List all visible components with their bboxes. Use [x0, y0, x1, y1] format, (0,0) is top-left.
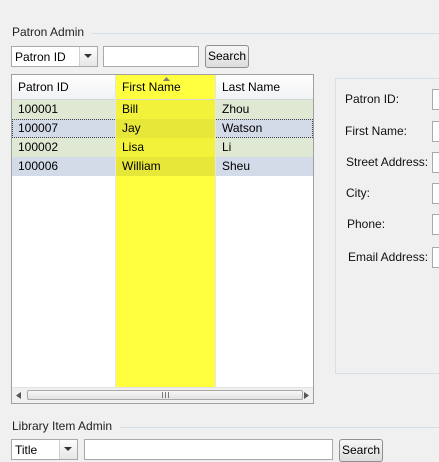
patron-search-input[interactable] [103, 46, 199, 67]
table-row[interactable]: 100006 William Sheu [12, 157, 313, 176]
scroll-left-icon[interactable] [16, 392, 21, 399]
phone-label: Phone: [347, 217, 386, 231]
cell-patron-id: 100002 [18, 140, 59, 154]
phone-field[interactable] [432, 214, 439, 235]
cell-patron-id: 100007 [18, 121, 59, 135]
patron-search-by-value: Patron ID [15, 50, 66, 64]
patron-admin-title: Patron Admin [12, 25, 85, 39]
street-address-field[interactable] [432, 152, 439, 173]
cell-last-name: Sheu [222, 159, 251, 173]
cell-last-name: Li [222, 140, 232, 154]
column-divider [215, 99, 216, 389]
email-address-label: Email Address: [348, 250, 429, 264]
cell-last-name: Watson [222, 121, 263, 135]
library-search-by-select[interactable]: Title [11, 439, 78, 460]
column-header-patron-id[interactable]: Patron ID [12, 75, 116, 99]
table-row-focused[interactable]: 100007 Jay Watson [12, 119, 313, 138]
table-row[interactable]: 100001 Bill Zhou [12, 100, 313, 119]
library-item-admin-title: Library Item Admin [12, 419, 113, 433]
patron-id-label: Patron ID: [345, 92, 400, 106]
patron-id-field[interactable] [432, 89, 439, 110]
table-row[interactable]: 100002 Lisa Li [12, 138, 313, 157]
cell-first-name: Lisa [116, 138, 216, 157]
scroll-right-icon[interactable] [304, 392, 309, 399]
chevron-down-icon[interactable] [79, 47, 97, 66]
sort-ascending-icon [163, 77, 170, 81]
table-header-row: Patron ID First Name Last Name [12, 75, 313, 100]
patron-search-button[interactable]: Search [205, 45, 249, 68]
chevron-down-icon[interactable] [59, 440, 77, 459]
cell-patron-id: 100006 [18, 159, 59, 173]
cell-first-name: Bill [116, 100, 216, 119]
library-search-button[interactable]: Search [339, 439, 383, 462]
patron-table[interactable]: Patron ID First Name Last Name 100001 Bi… [11, 74, 314, 404]
email-address-field[interactable] [432, 247, 439, 268]
street-address-label: Street Address: [346, 155, 429, 169]
cell-last-name: Zhou [222, 102, 250, 116]
library-item-admin-divider [120, 427, 439, 428]
column-header-last-name[interactable]: Last Name [216, 75, 313, 99]
cell-first-name: Jay [116, 119, 216, 138]
cell-patron-id: 100001 [18, 102, 59, 116]
scrollbar-thumb[interactable] [27, 390, 303, 400]
library-search-by-value: Title [15, 443, 38, 457]
library-search-input[interactable] [84, 439, 333, 460]
patron-admin-divider [92, 33, 439, 34]
first-name-field[interactable] [432, 121, 439, 142]
first-name-label: First Name: [345, 124, 408, 138]
patron-search-by-select[interactable]: Patron ID [11, 46, 98, 67]
cell-first-name: William [116, 157, 216, 176]
city-field[interactable] [432, 183, 439, 204]
city-label: City: [346, 186, 370, 200]
column-divider [115, 99, 116, 389]
table-horizontal-scrollbar[interactable] [12, 387, 313, 403]
grip-icon [162, 392, 169, 398]
